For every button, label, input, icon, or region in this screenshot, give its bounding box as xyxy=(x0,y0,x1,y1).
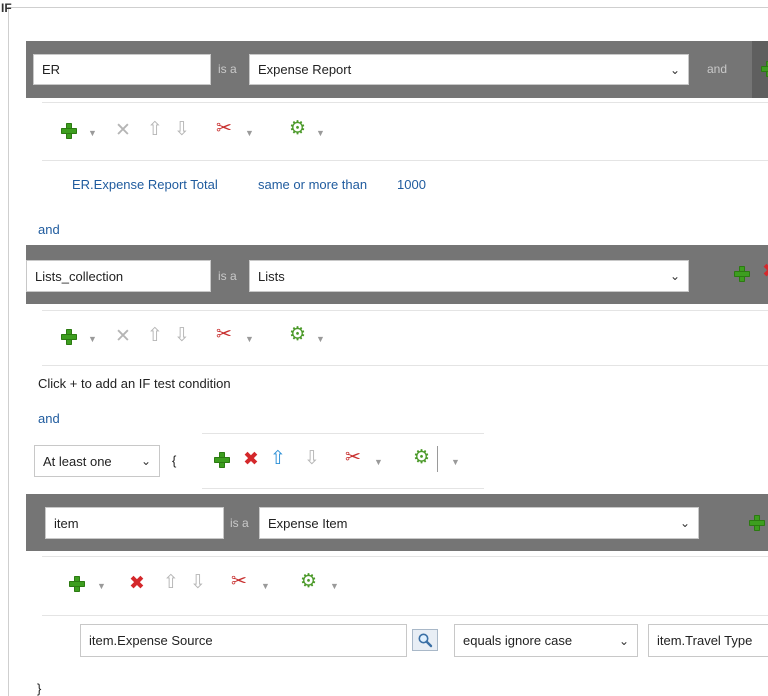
fact-type-select[interactable]: Expense Item ⌄ xyxy=(259,507,699,539)
condition-right-operand[interactable]: 1000 xyxy=(397,177,426,192)
add-icon[interactable] xyxy=(213,451,231,472)
rule-frame-left xyxy=(8,7,9,696)
chevron-down-icon[interactable]: ▼ xyxy=(316,128,325,138)
fact-type-select[interactable]: Expense Report ⌄ xyxy=(249,54,689,85)
variable-name-value: ER xyxy=(42,62,61,77)
chevron-down-icon: ⌄ xyxy=(679,516,690,530)
condition-toolbar xyxy=(42,556,768,616)
chevron-down-icon[interactable]: ▼ xyxy=(245,334,254,344)
arrow-up-icon[interactable]: ⇧ xyxy=(147,326,163,345)
delete-x-icon[interactable]: ✖ xyxy=(129,574,145,593)
quantifier-value: At least one xyxy=(43,453,112,469)
left-operand-input[interactable]: item.Expense Source xyxy=(80,624,407,657)
arrow-down-icon[interactable]: ⇩ xyxy=(190,573,206,592)
is-a-label: is a xyxy=(230,516,249,530)
fact-type-value: Expense Report xyxy=(258,62,352,77)
arrow-down-icon[interactable]: ⇩ xyxy=(304,449,320,468)
add-condition-hint: Click + to add an IF test condition xyxy=(38,376,231,391)
is-a-label: is a xyxy=(218,62,237,76)
left-operand-value: item.Expense Source xyxy=(89,633,213,648)
gear-icon[interactable]: ⚙ xyxy=(289,325,306,344)
fact-type-value: Lists xyxy=(258,268,285,284)
search-icon[interactable] xyxy=(412,629,438,651)
rule-frame-top xyxy=(8,7,768,8)
fact-type-select[interactable]: Lists ⌄ xyxy=(249,260,689,292)
scissors-icon[interactable]: ✂ xyxy=(216,325,232,344)
chevron-down-icon[interactable]: ▼ xyxy=(97,581,106,591)
chevron-down-icon: ⌄ xyxy=(669,269,680,283)
brace-open: { xyxy=(172,453,177,468)
chevron-down-icon[interactable]: ▼ xyxy=(245,128,254,138)
and-connector[interactable]: and xyxy=(38,411,60,426)
fact-type-value: Expense Item xyxy=(268,515,348,531)
scissors-icon[interactable]: ✂ xyxy=(231,572,247,591)
add-icon[interactable] xyxy=(68,575,86,596)
chevron-down-icon[interactable]: ▼ xyxy=(261,581,270,591)
chevron-down-icon: ⌄ xyxy=(669,62,680,77)
if-section-label: IF xyxy=(1,1,12,15)
gear-icon[interactable]: ⚙ xyxy=(300,572,317,591)
and-label: and xyxy=(707,62,728,76)
variable-name-value: item xyxy=(54,515,79,531)
arrow-up-icon[interactable]: ⇧ xyxy=(163,573,179,592)
quantifier-select[interactable]: At least one ⌄ xyxy=(34,445,160,477)
arrow-up-icon[interactable]: ⇧ xyxy=(147,120,163,139)
scissors-icon[interactable]: ✂ xyxy=(345,448,361,467)
right-operand-value: item.Travel Type xyxy=(657,633,753,648)
add-icon[interactable] xyxy=(60,122,78,143)
delete-x-icon[interactable]: ✕ xyxy=(115,327,131,346)
condition-operator[interactable]: same or more than xyxy=(258,177,367,192)
chevron-down-icon: ⌄ xyxy=(618,633,629,648)
arrow-down-icon[interactable]: ⇩ xyxy=(174,326,190,345)
gear-icon[interactable]: ⚙ xyxy=(413,448,430,467)
is-a-label: is a xyxy=(218,269,237,283)
chevron-down-icon[interactable]: ▼ xyxy=(88,128,97,138)
variable-name-input[interactable]: ER xyxy=(33,54,211,85)
condition-left-operand[interactable]: ER.Expense Report Total xyxy=(72,177,218,192)
chevron-down-icon[interactable]: ▼ xyxy=(316,334,325,344)
add-icon[interactable] xyxy=(60,328,78,349)
delete-x-icon[interactable]: ✖ xyxy=(762,262,768,282)
variable-name-value: Lists_collection xyxy=(35,268,124,284)
delete-x-icon[interactable]: ✕ xyxy=(115,121,131,140)
and-connector[interactable]: and xyxy=(38,222,60,237)
operator-value: equals ignore case xyxy=(463,633,573,648)
chevron-down-icon[interactable]: ▼ xyxy=(451,457,460,467)
chevron-down-icon: ⌄ xyxy=(140,454,151,468)
toolbar-divider xyxy=(437,446,438,472)
variable-name-input[interactable]: Lists_collection xyxy=(26,260,211,292)
arrow-up-icon[interactable]: ⇧ xyxy=(270,449,286,468)
variable-name-input[interactable]: item xyxy=(45,507,224,539)
add-icon[interactable] xyxy=(733,265,751,286)
brace-close: } xyxy=(37,681,42,696)
chevron-down-icon[interactable]: ▼ xyxy=(330,581,339,591)
chevron-down-icon[interactable]: ▼ xyxy=(88,334,97,344)
delete-x-icon[interactable]: ✖ xyxy=(243,450,259,469)
chevron-down-icon[interactable]: ▼ xyxy=(374,457,383,467)
add-icon[interactable] xyxy=(760,60,768,78)
operator-select[interactable]: equals ignore case ⌄ xyxy=(454,624,638,657)
arrow-down-icon[interactable]: ⇩ xyxy=(174,120,190,139)
scissors-icon[interactable]: ✂ xyxy=(216,119,232,138)
gear-icon[interactable]: ⚙ xyxy=(289,119,306,138)
add-icon[interactable] xyxy=(748,514,766,535)
right-operand-input[interactable]: item.Travel Type xyxy=(648,624,768,657)
